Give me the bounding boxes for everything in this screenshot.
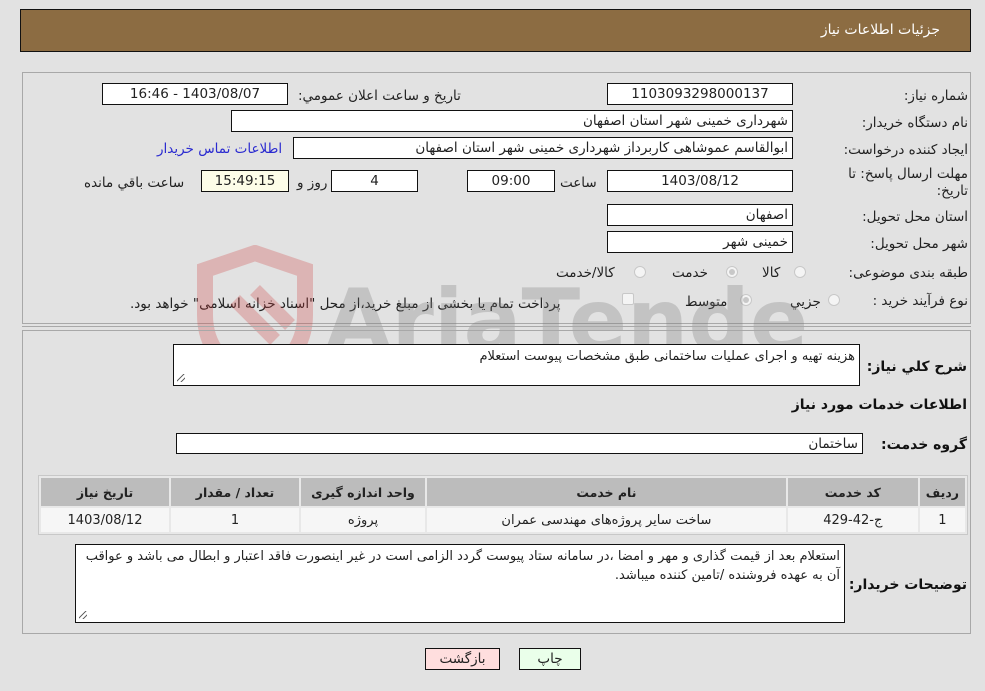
deadline-time-label: ساعت xyxy=(560,175,597,191)
col-header-unit: واحد اندازه گيری xyxy=(301,478,425,506)
category-radio-goods-service[interactable] xyxy=(634,266,646,278)
buyer-org-label: نام دستگاه خريدار: xyxy=(861,115,968,131)
back-button[interactable]: بازگشت xyxy=(425,648,500,670)
section-separator xyxy=(22,326,971,327)
deadline-label: مهلت ارسال پاسخ: تا تاريخ: xyxy=(848,166,968,199)
creator-label: ايجاد کننده درخواست: xyxy=(843,142,968,158)
city-label: شهر محل تحويل: xyxy=(870,236,968,252)
deadline-time-field[interactable]: 09:00 xyxy=(467,170,555,192)
category-radio-service[interactable] xyxy=(726,266,738,278)
cell-quantity: 1 xyxy=(171,508,299,532)
days-remaining-field[interactable]: 4 xyxy=(331,170,418,192)
announce-date-field[interactable]: 1403/08/07 - 16:46 xyxy=(102,83,288,105)
province-label: استان محل تحويل: xyxy=(862,209,968,225)
process-radio-minor[interactable] xyxy=(828,294,840,306)
description-textarea[interactable]: هزینه تهیه و اجرای عملیات ساختمانی طبق م… xyxy=(173,344,860,386)
category-option-service: خدمت xyxy=(672,265,708,281)
process-option-minor: جزيي xyxy=(790,294,821,310)
services-table: رديف کد خدمت نام خدمت واحد اندازه گيری ت… xyxy=(38,475,968,535)
creator-field[interactable]: ابوالقاسم عموشاهی کاربرداز شهرداری خمینی… xyxy=(293,137,793,159)
cell-need-date: 1403/08/12 xyxy=(41,508,169,532)
cell-service-name: ساخت سایر پروژه‌های مهندسی عمران xyxy=(427,508,786,532)
category-option-goods-service: کالا/خدمت xyxy=(556,265,615,281)
announce-date-label: تاريخ و ساعت اعلان عمومي: xyxy=(298,88,461,104)
print-button[interactable]: چاپ xyxy=(519,648,581,670)
resize-grip-icon[interactable] xyxy=(177,374,185,382)
category-label: طبقه بندی موضوعی: xyxy=(848,265,968,281)
buyer-notes-label: توضيحات خريدار: xyxy=(848,577,967,593)
treasury-checkbox[interactable] xyxy=(622,293,634,305)
buyer-org-field[interactable]: شهرداری خمینی شهر استان اصفهان xyxy=(231,110,793,132)
buyer-contact-link[interactable]: اطلاعات تماس خريدار xyxy=(157,141,282,157)
category-option-goods: کالا xyxy=(762,265,781,281)
table-row: 1 ج-42-429 ساخت سایر پروژه‌های مهندسی عم… xyxy=(41,508,965,532)
process-type-label: نوع فرآيند خريد : xyxy=(872,293,968,309)
page-header: جزئيات اطلاعات نياز xyxy=(20,9,971,52)
remaining-time-field: 15:49:15 xyxy=(201,170,289,192)
table-header-row: رديف کد خدمت نام خدمت واحد اندازه گيری ت… xyxy=(41,478,965,506)
col-header-service-code: کد خدمت xyxy=(787,478,918,506)
remaining-time-label: ساعت باقي مانده xyxy=(84,175,185,191)
col-header-service-name: نام خدمت xyxy=(427,478,786,506)
services-heading: اطلاعات خدمات مورد نياز xyxy=(791,397,967,413)
description-label: شرح کلي نياز: xyxy=(866,359,967,375)
service-group-field[interactable]: ساختمان xyxy=(176,433,863,454)
process-option-medium: متوسط xyxy=(685,294,728,310)
description-text: هزینه تهیه و اجرای عملیات ساختمانی طبق م… xyxy=(479,349,855,364)
province-field[interactable]: اصفهان xyxy=(607,204,793,226)
col-header-quantity: تعداد / مقدار xyxy=(171,478,299,506)
service-group-label: گروه خدمت: xyxy=(881,437,967,453)
buyer-notes-text: استعلام بعد از قیمت گذاری و مهر و امضا ،… xyxy=(85,549,840,583)
resize-grip-icon[interactable] xyxy=(79,611,87,619)
cell-unit: پروژه xyxy=(301,508,425,532)
need-number-field[interactable]: 1103093298000137 xyxy=(607,83,793,105)
process-radio-medium[interactable] xyxy=(740,294,752,306)
city-field[interactable]: خمینی شهر xyxy=(607,231,793,253)
days-label: روز و xyxy=(297,175,328,191)
cell-service-code: ج-42-429 xyxy=(787,508,918,532)
treasury-note: پرداخت تمام يا بخشی از مبلغ خريد،از محل … xyxy=(130,296,561,312)
page-title: جزئيات اطلاعات نياز xyxy=(820,22,940,38)
cell-row-number: 1 xyxy=(919,508,965,532)
col-header-need-date: تاريخ نياز xyxy=(41,478,169,506)
category-radio-goods[interactable] xyxy=(794,266,806,278)
need-number-label: شماره نياز: xyxy=(903,88,968,104)
services-table-container: رديف کد خدمت نام خدمت واحد اندازه گيری ت… xyxy=(38,475,968,535)
deadline-date-field[interactable]: 1403/08/12 xyxy=(607,170,793,192)
col-header-row-number: رديف xyxy=(919,478,965,506)
buyer-notes-textarea[interactable]: استعلام بعد از قیمت گذاری و مهر و امضا ،… xyxy=(75,544,845,623)
